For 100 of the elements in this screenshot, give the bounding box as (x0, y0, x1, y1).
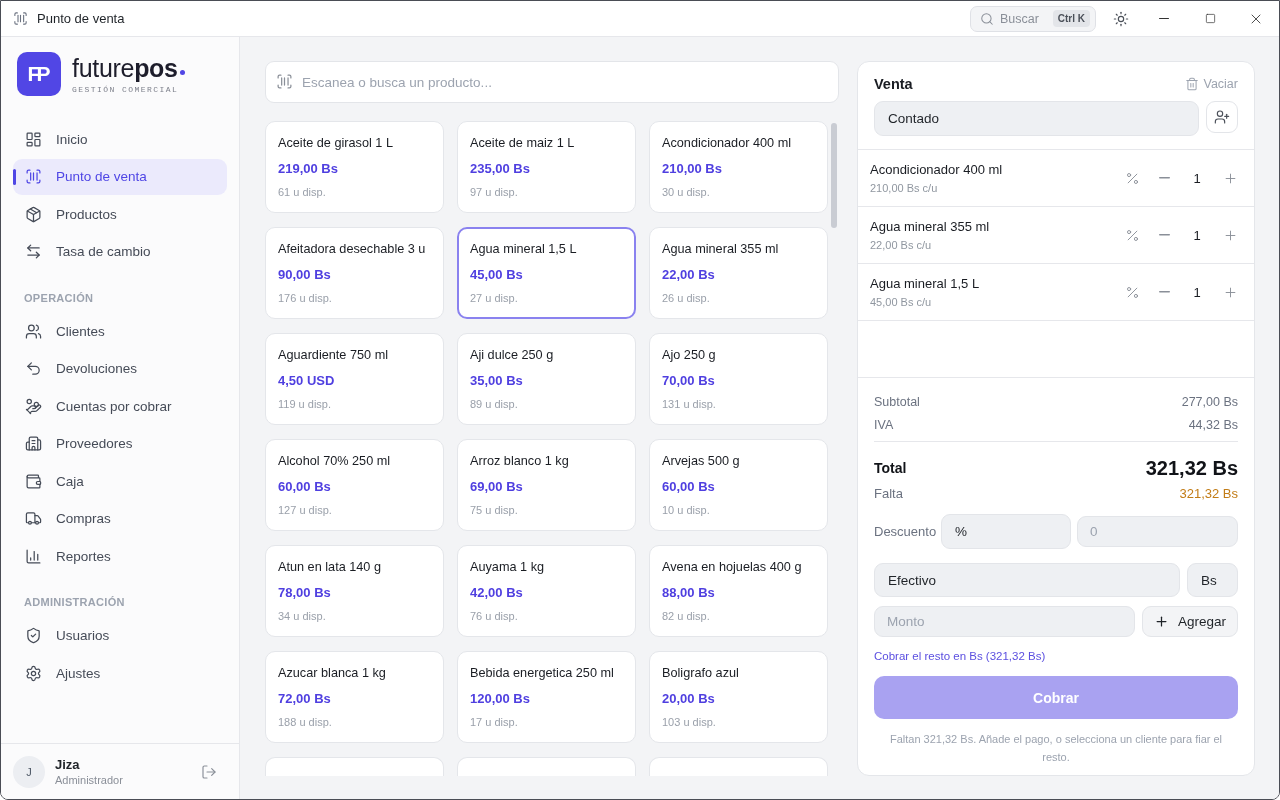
product-price: 120,00 Bs (470, 690, 530, 708)
product-search-field[interactable]: Escanea o busca un producto... (265, 61, 839, 103)
product-card[interactable]: Avena en hojuelas 400 g 88,00 Bs 82 u disp. (649, 545, 828, 637)
product-card[interactable]: Ajo 250 g 70,00 Bs 131 u disp. (649, 333, 828, 425)
product-price: 45,00 Bs (470, 266, 523, 284)
stock-count: 34 u disp. (278, 609, 326, 624)
product-name: Avena en hojuelas 400 g (662, 559, 802, 576)
stock-count: 119 u disp. (278, 397, 331, 412)
product-card[interactable]: Aceite de girasol 1 L 219,00 Bs 61 u disp. (265, 121, 444, 213)
stock-count: 97 u disp. (470, 185, 518, 200)
quantity-value: 1 (1192, 284, 1202, 300)
scrollbar-thumb[interactable] (831, 123, 837, 228)
product-name: Ajo 250 g (662, 347, 716, 364)
plus-icon (1222, 284, 1238, 300)
product-card[interactable]: Atun en lata 140 g 78,00 Bs 34 u disp. (265, 545, 444, 637)
product-card[interactable]: Arvejas 500 g 60,00 Bs 10 u disp. (649, 439, 828, 531)
product-card[interactable]: Bebida energetica 250 ml 120,00 Bs 17 u disp. (457, 651, 636, 743)
product-card[interactable]: Aji dulce 250 g 35,00 Bs 89 u disp. (457, 333, 636, 425)
customer-select[interactable]: Contado (874, 101, 1199, 136)
barcode-icon (13, 11, 28, 26)
product-price: 78,00 Bs (278, 584, 331, 602)
total-value: 321,32 Bs (1145, 456, 1238, 480)
nav-item[interactable]: Tasa de cambio (13, 233, 227, 270)
product-name: Bebida energetica 250 ml (470, 665, 614, 682)
logo-dot-icon (179, 70, 185, 75)
currency-select[interactable]: Bs (1187, 563, 1238, 597)
shortcut-key: Ctrl K (1052, 10, 1090, 27)
product-name: Aceite de girasol 1 L (278, 135, 393, 152)
product-price: 60,00 Bs (278, 478, 331, 496)
product-card[interactable]: Agua mineral 355 ml 22,00 Bs 26 u disp. (649, 227, 828, 319)
nav-item[interactable]: Devoluciones (13, 350, 227, 387)
nav-item[interactable]: Cuentas por cobrar (13, 388, 227, 424)
unit-price: 210,00 Bs c/u (870, 180, 939, 195)
percent-icon (1124, 170, 1140, 186)
subtotal-value: 277,00 Bs (1181, 395, 1238, 409)
stock-count: 61 u disp. (278, 185, 326, 200)
stock-count: 82 u disp. (662, 609, 710, 624)
product-card[interactable] (457, 757, 636, 776)
discount-input[interactable]: 0 (1077, 516, 1238, 547)
add-payment-button[interactable]: Agregar (1142, 606, 1238, 637)
cart-item-name: Agua mineral 355 ml (870, 218, 991, 235)
grid-icon (25, 130, 42, 148)
nav-item[interactable]: Productos (13, 196, 227, 232)
product-card[interactable] (649, 757, 828, 776)
amount-input[interactable]: Monto (874, 606, 1135, 637)
product-card[interactable]: Boligrafo azul 20,00 Bs 103 u disp. (649, 651, 828, 743)
discount-type-select[interactable]: % (941, 514, 1071, 549)
shield-check-icon (25, 627, 42, 644)
search-button[interactable]: Buscar Ctrl K (970, 5, 1096, 32)
undo-arrow-icon (25, 360, 42, 377)
product-name: Arroz blanco 1 kg (470, 453, 569, 470)
barcode-icon (276, 73, 293, 90)
due-value: 321,32 Bs (1179, 485, 1238, 501)
product-card[interactable] (265, 757, 444, 776)
product-card[interactable]: Agua mineral 1,5 L 45,00 Bs 27 u disp. (457, 227, 636, 319)
product-name: Boligrafo azul (662, 665, 739, 682)
product-card[interactable]: Alcohol 70% 250 ml 60,00 Bs 127 u disp. (265, 439, 444, 531)
quantity-value: 1 (1192, 170, 1202, 186)
users-icon (25, 322, 42, 340)
product-name: Agua mineral 355 ml (662, 241, 779, 258)
nav-item[interactable]: Compras (13, 500, 227, 537)
product-name: Auyama 1 kg (470, 559, 545, 576)
product-card[interactable]: Aguardiente 750 ml 4,50 USD 119 u disp. (265, 333, 444, 425)
swap-arrows-icon (25, 243, 42, 260)
product-price: 22,00 Bs (662, 266, 715, 284)
logout-icon (201, 763, 217, 780)
plus-icon (1222, 170, 1238, 186)
nav-item[interactable]: Inicio (13, 121, 227, 157)
product-price: 235,00 Bs (470, 160, 530, 178)
product-card[interactable]: Aceite de maiz 1 L 235,00 Bs 97 u disp. (457, 121, 636, 213)
unit-price: 22,00 Bs c/u (870, 237, 933, 252)
stock-count: 188 u disp. (278, 715, 332, 730)
nav-item[interactable]: Punto de venta (13, 158, 227, 195)
nav-item[interactable]: Reportes (13, 538, 227, 574)
product-name: Aji dulce 250 g (470, 347, 554, 364)
nav-item[interactable]: Proveedores (13, 425, 227, 462)
nav-item[interactable]: Ajustes (13, 655, 227, 691)
product-card[interactable]: Auyama 1 kg 42,00 Bs 76 u disp. (457, 545, 636, 637)
stock-count: 10 u disp. (662, 503, 710, 518)
nav-item[interactable]: Usuarios (13, 617, 227, 654)
percent-icon (1124, 227, 1140, 243)
stock-count: 127 u disp. (278, 503, 332, 518)
product-price: 20,00 Bs (662, 690, 715, 708)
add-customer-button[interactable] (1206, 101, 1238, 133)
barcode-icon (25, 168, 42, 185)
logo-mark: FP (17, 52, 61, 96)
pay-rest-link[interactable]: Cobrar el resto en Bs (321,32 Bs) (874, 648, 1046, 664)
product-card[interactable]: Afeitadora desechable 3 u 90,00 Bs 176 u disp. (265, 227, 444, 319)
product-card[interactable]: Azucar blanca 1 kg 72,00 Bs 188 u disp. (265, 651, 444, 743)
product-card[interactable]: Acondicionador 400 ml 210,00 Bs 30 u disp. (649, 121, 828, 213)
truck-icon (25, 510, 42, 527)
maximize-icon (1204, 13, 1216, 24)
brand-tagline: GESTIÓN COMERCIAL (72, 85, 180, 94)
nav-item[interactable]: Clientes (13, 313, 227, 349)
nav-item[interactable]: Caja (13, 463, 227, 499)
product-price: 60,00 Bs (662, 478, 715, 496)
payment-method-select[interactable]: Efectivo (874, 563, 1180, 597)
product-name: Aceite de maiz 1 L (470, 135, 575, 152)
product-card[interactable]: Arroz blanco 1 kg 69,00 Bs 75 u disp. (457, 439, 636, 531)
product-price: 90,00 Bs (278, 266, 331, 284)
